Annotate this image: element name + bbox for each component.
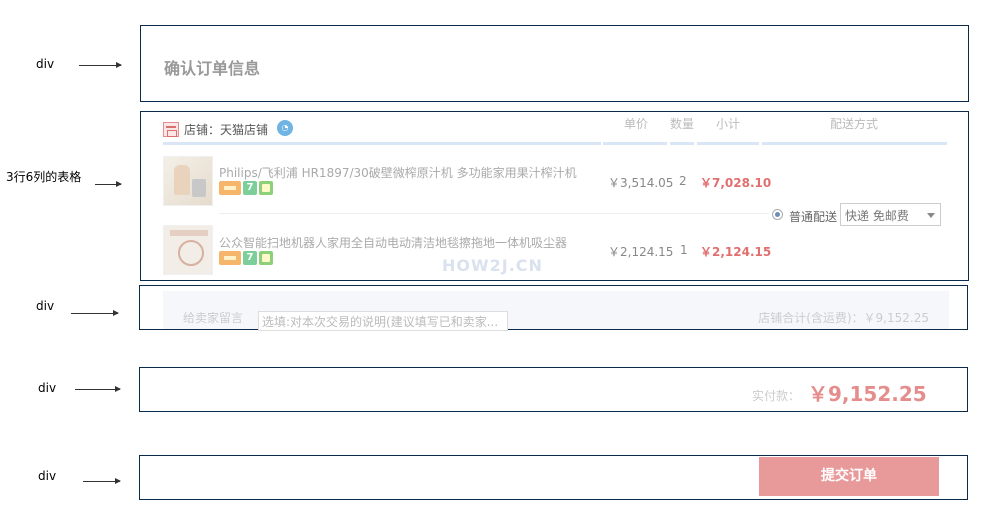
payment-label: 实付款：	[752, 389, 801, 403]
arrow-2	[95, 181, 122, 187]
product-table: 店铺：天猫店铺 ◔ 单价 数量 小计 配送方式 Philips/飞利浦 HR18…	[140, 111, 969, 281]
credit-card-icon	[219, 251, 241, 265]
annotation-table: 3行6列的表格	[6, 170, 82, 184]
quantity: 2	[679, 174, 687, 188]
product-badges: 7	[219, 251, 273, 265]
shop-icon	[163, 122, 179, 137]
header-underline	[670, 142, 694, 145]
annotation-div-1: div	[36, 57, 55, 71]
shipping-select-value: 快递 免邮费	[845, 209, 909, 223]
shop-name: 店铺：天猫店铺	[184, 123, 269, 137]
seven-day-return-icon: 7	[243, 251, 257, 265]
column-header-price: 单价	[624, 117, 649, 131]
message-label: 给卖家留言	[183, 311, 244, 325]
shipping-radio[interactable]	[772, 209, 783, 220]
header-underline	[697, 142, 759, 145]
message-input[interactable]: 选填:对本次交易的说明(建议填写已和卖家...	[258, 311, 508, 331]
payment-amount: ￥9,152.25	[808, 382, 927, 406]
header-underline	[762, 142, 947, 145]
message-section: 给卖家留言 选填:对本次交易的说明(建议填写已和卖家... 店铺合计(含运费)：…	[139, 285, 968, 331]
product-image[interactable]	[163, 225, 213, 275]
column-header-shipping: 配送方式	[830, 117, 879, 131]
guarantee-icon	[259, 251, 273, 265]
shipping-select[interactable]: 快递 免邮费	[840, 203, 941, 226]
product-name[interactable]: Philips/飞利浦 HR1897/30破壁微榨原汁机 多功能家用果汁榨汁机	[219, 164, 577, 181]
shipping-option-label: 普通配送	[789, 210, 838, 224]
order-title-section: 确认订单信息	[140, 25, 969, 102]
subtotal: ￥7,028.10	[700, 176, 772, 190]
shop-total: 店铺合计(含运费)：￥9,152.25	[758, 311, 929, 325]
subtotal: ￥2,124.15	[700, 245, 772, 259]
payment-section: 实付款： ￥9,152.25	[139, 367, 968, 412]
page-title: 确认订单信息	[164, 59, 261, 78]
header-underline	[163, 142, 601, 145]
row-divider	[219, 213, 769, 214]
watermark: HOW2J.CN	[442, 256, 543, 275]
chevron-down-icon	[927, 213, 935, 218]
arrow-1	[79, 62, 122, 68]
annotation-div-2: div	[36, 299, 55, 313]
arrow-4	[75, 386, 121, 392]
arrow-5	[83, 478, 121, 484]
column-header-qty: 数量	[670, 117, 695, 131]
credit-card-icon	[219, 181, 241, 195]
header-underline	[603, 142, 667, 145]
unit-price: ￥2,124.15	[608, 245, 674, 259]
product-name[interactable]: 公众智能扫地机器人家用全自动电动清洁地毯擦拖地一体机吸尘器	[219, 234, 567, 251]
message-panel: 给卖家留言 选填:对本次交易的说明(建议填写已和卖家... 店铺合计(含运费)：…	[163, 291, 949, 331]
seven-day-return-icon: 7	[243, 181, 257, 195]
guarantee-icon	[259, 181, 273, 195]
chat-icon[interactable]: ◔	[277, 120, 293, 136]
product-image[interactable]	[163, 156, 213, 206]
arrow-3	[71, 310, 119, 316]
annotation-div-4: div	[38, 469, 57, 483]
column-header-subtotal: 小计	[716, 117, 741, 131]
submit-order-button[interactable]: 提交订单	[759, 457, 939, 496]
quantity: 1	[680, 243, 688, 257]
unit-price: ￥3,514.05	[608, 176, 674, 190]
annotation-div-3: div	[38, 381, 57, 395]
submit-section: 提交订单	[139, 455, 968, 500]
product-badges: 7	[219, 181, 273, 195]
